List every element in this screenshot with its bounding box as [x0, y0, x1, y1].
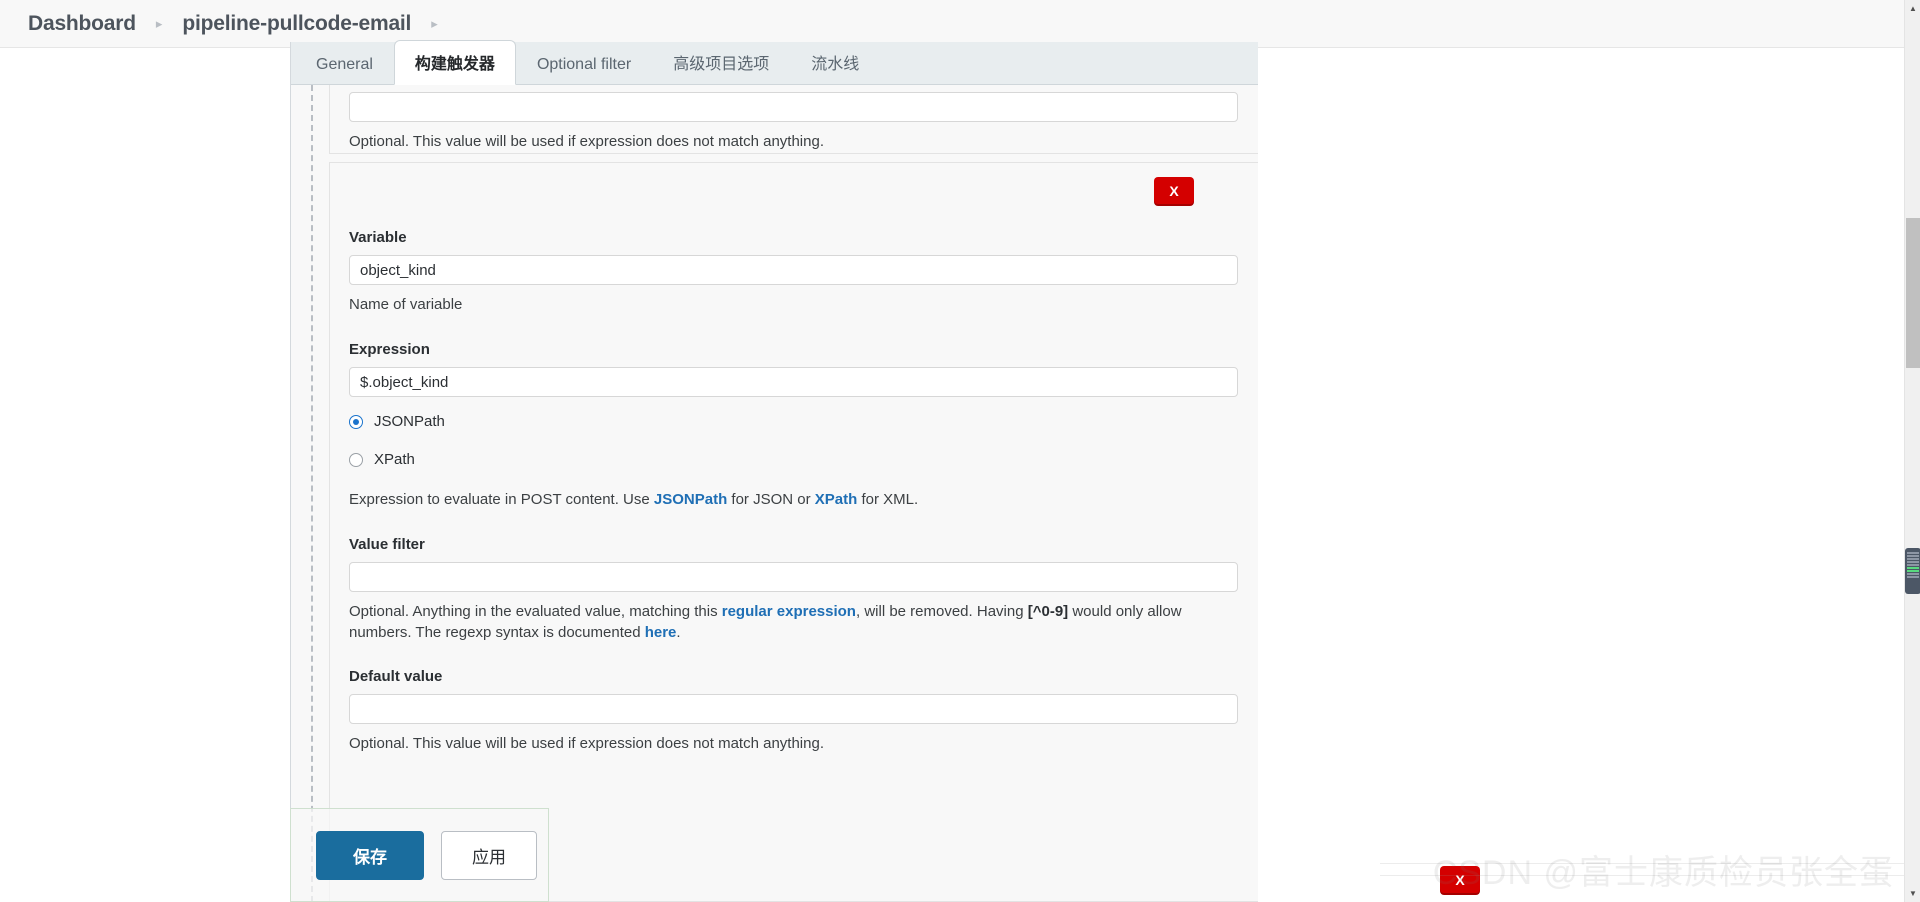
save-button[interactable]: 保存: [316, 830, 424, 880]
previous-default-value-help: Optional. This value will be used if exp…: [349, 133, 824, 150]
tab-strip: General 构建触发器 Optional filter 高级项目选项 流水线: [291, 40, 1258, 85]
resource-monitor-widget-icon[interactable]: [1905, 548, 1920, 594]
value-filter-help-1: Optional. Anything in the evaluated valu…: [349, 603, 722, 620]
apply-button[interactable]: 应用: [441, 830, 537, 880]
value-filter-input[interactable]: [349, 562, 1238, 592]
expression-label: Expression: [349, 341, 430, 358]
breadcrumb-dropdown-icon[interactable]: ▸: [431, 17, 438, 30]
nested-block-guide: [311, 85, 313, 902]
form-action-bar: 保存 应用: [290, 808, 549, 902]
scroll-up-arrow-icon[interactable]: ▲: [1905, 0, 1920, 17]
tab-build-triggers[interactable]: 构建触发器: [393, 40, 516, 85]
xpath-link[interactable]: XPath: [815, 491, 858, 508]
jsonpath-link[interactable]: JSONPath: [654, 491, 727, 508]
widget-bar: [1907, 552, 1919, 554]
regular-expression-link[interactable]: regular expression: [722, 603, 856, 620]
value-filter-help-2: , will be removed. Having: [855, 603, 1028, 620]
default-value-label: Default value: [349, 668, 443, 685]
breadcrumb-separator-icon: ▸: [155, 16, 163, 31]
tab-optional-filter[interactable]: Optional filter: [516, 46, 652, 85]
previous-variable-block: Optional. This value will be used if exp…: [329, 85, 1258, 154]
expression-input[interactable]: [349, 367, 1238, 397]
radio-jsonpath-label: JSONPath: [374, 413, 445, 430]
expression-help: Expression to evaluate in POST content. …: [349, 489, 1239, 510]
widget-bar: [1907, 558, 1919, 560]
radio-xpath[interactable]: XPath: [349, 451, 1239, 468]
watermark-line-1: [1380, 863, 1920, 864]
expression-help-suffix: for XML.: [857, 491, 919, 508]
widget-bar: [1907, 576, 1919, 578]
variable-input[interactable]: [349, 255, 1238, 285]
delete-variable-button-secondary[interactable]: X: [1440, 866, 1480, 893]
value-filter-help-4: .: [676, 624, 681, 641]
watermark-line-2: [1380, 875, 1920, 876]
page-scrollbar[interactable]: ▲ ▼: [1904, 0, 1920, 902]
value-filter-help: Optional. Anything in the evaluated valu…: [349, 601, 1239, 643]
widget-bar: [1907, 555, 1919, 557]
scroll-down-arrow-icon[interactable]: ▼: [1905, 885, 1920, 902]
tab-pipeline[interactable]: 流水线: [790, 40, 880, 85]
expression-help-mid: for JSON or: [727, 491, 815, 508]
breadcrumb: Dashboard ▸ pipeline-pullcode-email ▸: [0, 0, 1904, 48]
delete-variable-button[interactable]: X: [1154, 177, 1194, 204]
default-value-input[interactable]: [349, 694, 1238, 724]
trigger-config-form: Optional. This value will be used if exp…: [291, 85, 1258, 902]
breadcrumb-item-project[interactable]: pipeline-pullcode-email: [182, 12, 411, 36]
tab-advanced-project-options[interactable]: 高级项目选项: [652, 40, 790, 85]
breadcrumb-item-dashboard[interactable]: Dashboard: [28, 12, 136, 36]
widget-bar-active: [1907, 567, 1919, 569]
previous-default-value-input[interactable]: [349, 92, 1238, 122]
value-filter-label: Value filter: [349, 536, 425, 553]
widget-bar: [1907, 564, 1919, 566]
variable-block: X Variable Name of variable Expression J…: [329, 162, 1258, 902]
tab-general[interactable]: General: [295, 46, 394, 85]
variable-label: Variable: [349, 229, 407, 246]
default-value-help: Optional. This value will be used if exp…: [349, 735, 824, 752]
radio-xpath-label: XPath: [374, 451, 415, 468]
expression-help-prefix: Expression to evaluate in POST content. …: [349, 491, 654, 508]
radio-jsonpath[interactable]: JSONPath: [349, 413, 1239, 430]
variable-help: Name of variable: [349, 296, 463, 313]
scrollbar-thumb[interactable]: [1906, 218, 1920, 368]
value-filter-regex-code: [^0-9]: [1027, 603, 1069, 620]
config-card: General 构建触发器 Optional filter 高级项目选项 流水线…: [290, 40, 1258, 902]
widget-bar: [1907, 561, 1919, 563]
here-link[interactable]: here: [645, 624, 677, 641]
widget-bar-active: [1907, 570, 1919, 572]
widget-bar: [1907, 573, 1919, 575]
watermark: CSDN @富士康质检员张全蛋: [1432, 854, 1894, 892]
radio-xpath-dot[interactable]: [349, 452, 363, 467]
radio-jsonpath-dot[interactable]: [349, 414, 363, 429]
